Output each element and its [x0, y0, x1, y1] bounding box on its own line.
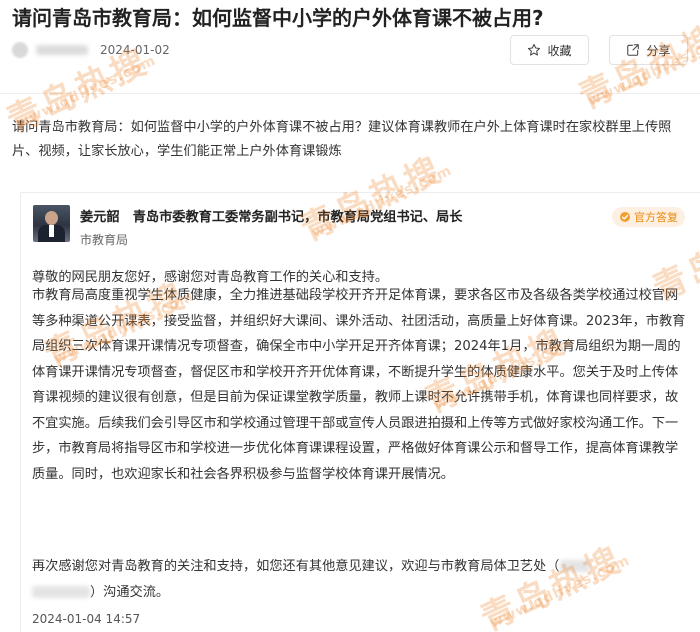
post-meta: 2024-01-02: [12, 40, 170, 60]
reply-closing-text: 再次感谢您对青岛教育的关注和支持，如您还有其他意见建议，欢迎与市教育局体卫艺处（: [32, 559, 560, 574]
author-avatar[interactable]: [12, 42, 28, 58]
share-icon: [626, 43, 640, 57]
author-name-redacted: [36, 45, 88, 55]
page-title: 请问青岛市教育局：如何监督中小学的户外体育课不被占用?: [12, 6, 544, 30]
star-icon: [527, 43, 541, 57]
official-avatar: [33, 205, 70, 242]
official-reply-badge: 官方答复: [612, 207, 685, 227]
favorite-button[interactable]: 收藏: [510, 35, 589, 65]
reply-closing: 再次感谢您对青岛教育的关注和支持，如您还有其他意见建议，欢迎与市教育局体卫艺处（…: [32, 554, 688, 605]
page: 请问青岛市教育局：如何监督中小学的户外体育课不被占用? 2024-01-02 收…: [0, 0, 700, 632]
reply-body-text: 市教育局高度重视学生体质健康，全力推进基础段学校开齐开足体育课，要求各区市及各级…: [32, 288, 686, 482]
reply-body: 市教育局高度重视学生体质健康，全力推进基础段学校开齐开足体育课，要求各区市及各级…: [32, 283, 688, 487]
phone-redacted: [32, 585, 90, 598]
question-text: 请问青岛市教育局：如何监督中小学的户外体育课不被占用？建议体育课教师在户外上体育…: [12, 120, 672, 159]
favorite-label: 收藏: [547, 43, 572, 58]
official-reply-label: 官方答复: [634, 211, 678, 224]
reply-date: 2024-01-04 14:57: [32, 612, 141, 626]
header-divider: [0, 93, 700, 94]
share-label: 分享: [646, 43, 671, 58]
official-name: 姜元韶 青岛市委教育工委常务副书记，市教育局党组书记、局长: [80, 210, 463, 225]
check-circle-icon: [619, 211, 631, 223]
post-date: 2024-01-02: [100, 43, 170, 57]
official-org: 市教育局: [80, 233, 129, 247]
reply-closing-end: ）沟通交流。: [90, 584, 170, 600]
share-button[interactable]: 分享: [609, 35, 688, 65]
phone-redacted: [559, 560, 590, 572]
